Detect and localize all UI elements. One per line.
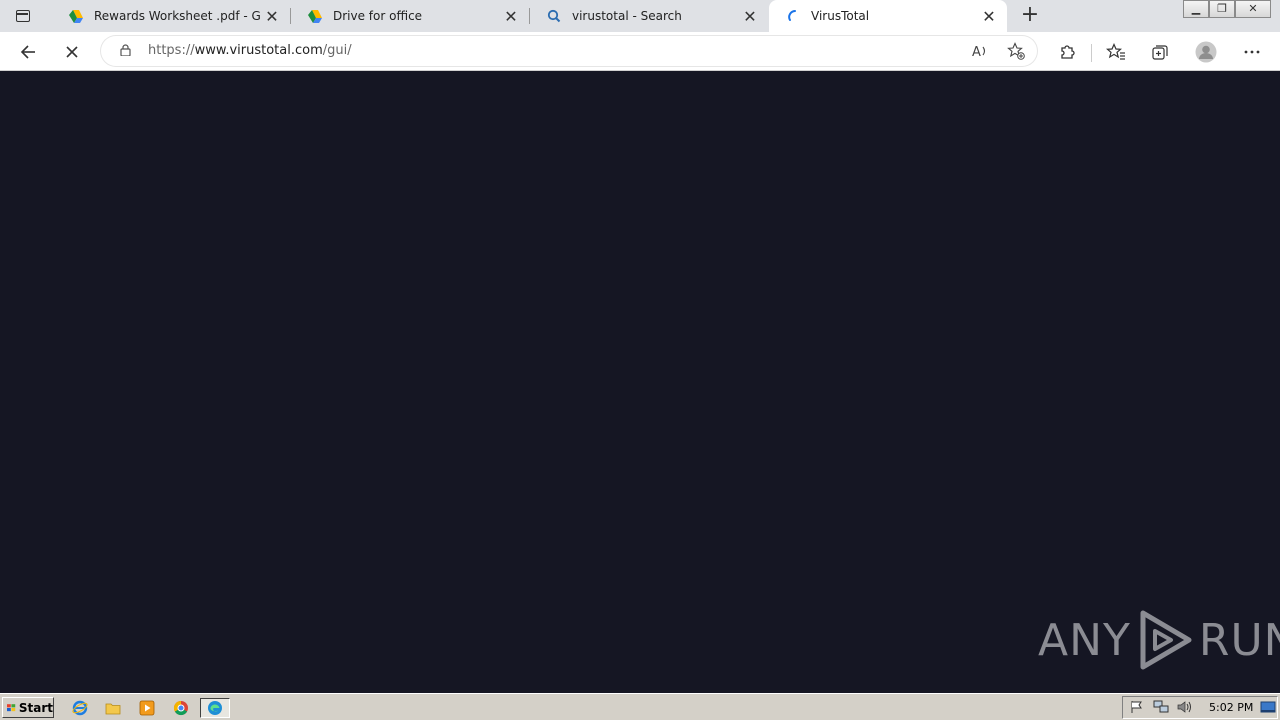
extensions-button[interactable]	[1052, 37, 1082, 67]
google-drive-icon	[308, 10, 322, 23]
watermark-left: ANY	[1038, 614, 1131, 666]
volume-icon[interactable]	[1177, 700, 1193, 716]
watermark-right: RUN	[1198, 614, 1280, 666]
url-scheme: https://	[148, 43, 195, 58]
start-label: Start	[18, 700, 53, 715]
address-bar[interactable]: https://www.virustotal.com/gui/ A	[100, 35, 1038, 67]
internet-explorer-icon	[72, 700, 88, 716]
tab-title: Drive for office	[333, 9, 423, 23]
close-tab-icon[interactable]: ✕	[738, 4, 762, 28]
windows-logo-icon	[7, 703, 16, 711]
toolbar-divider	[1091, 44, 1092, 62]
read-aloud-button[interactable]: A	[968, 40, 992, 62]
read-aloud-icon: A	[972, 45, 986, 59]
url-path: /gui/	[322, 43, 352, 58]
profile-button[interactable]	[1191, 37, 1221, 67]
close-window-button[interactable]: ✕	[1235, 0, 1271, 18]
taskbar-clock: 5:02 PM	[1209, 701, 1254, 714]
arrow-left-icon	[20, 45, 35, 59]
search-icon	[547, 9, 561, 23]
folder-icon	[105, 703, 121, 715]
tab-rewards-worksheet[interactable]: Rewards Worksheet .pdf - Goog ✕	[52, 0, 291, 32]
svg-text:A: A	[972, 45, 981, 59]
tab-title: VirusTotal	[811, 9, 870, 23]
close-tab-icon[interactable]: ✕	[977, 4, 1001, 28]
system-tray: 5:02 PM	[1122, 696, 1278, 719]
avatar-icon	[1195, 41, 1217, 63]
minimize-button[interactable]: ▁	[1183, 0, 1209, 18]
media-player-icon	[139, 700, 155, 716]
stop-loading-button[interactable]	[57, 37, 87, 67]
close-tab-icon[interactable]: ✕	[260, 4, 284, 28]
back-button[interactable]	[13, 37, 43, 67]
new-tab-button[interactable]: +	[1018, 4, 1042, 28]
chrome-launcher[interactable]	[171, 698, 191, 718]
favorites-button[interactable]	[1101, 37, 1131, 67]
chrome-icon	[173, 700, 188, 716]
network-icon[interactable]	[1153, 700, 1169, 716]
start-button[interactable]: Start	[2, 697, 54, 718]
tab-strip: Rewards Worksheet .pdf - Goog ✕ Drive fo…	[0, 0, 1280, 32]
tab-title: virustotal - Search	[572, 9, 682, 23]
play-logo-icon	[1140, 610, 1192, 670]
collections-icon	[1152, 45, 1168, 60]
action-center-flag-icon[interactable]	[1129, 700, 1145, 716]
tab-actions-icon	[16, 10, 30, 22]
more-horizontal-icon	[1244, 50, 1260, 54]
anyrun-watermark: ANY RUN	[1038, 608, 1280, 672]
close-icon	[66, 46, 78, 58]
browser-toolbar: https://www.virustotal.com/gui/ A	[0, 32, 1280, 71]
tab-virustotal[interactable]: VirusTotal ✕	[769, 0, 1007, 32]
settings-more-button[interactable]	[1237, 37, 1267, 67]
edge-icon	[208, 701, 222, 715]
star-add-icon	[1007, 42, 1025, 60]
add-favorite-button[interactable]	[1004, 40, 1028, 62]
tab-virustotal-search[interactable]: virustotal - Search ✕	[530, 0, 768, 32]
file-explorer-launcher[interactable]	[103, 698, 123, 718]
edge-taskbar-button[interactable]	[200, 698, 230, 718]
collections-button[interactable]	[1145, 37, 1175, 67]
tab-drive-for-office[interactable]: Drive for office ✕	[291, 0, 530, 32]
page-content	[0, 71, 1280, 693]
virustotal-loading-icon	[788, 10, 796, 21]
taskbar: Start 5:02 PM	[0, 693, 1280, 720]
url-host: www.virustotal.com	[194, 43, 323, 58]
close-tab-icon[interactable]: ✕	[499, 4, 523, 28]
favorites-icon	[1106, 43, 1125, 60]
tab-title: Rewards Worksheet .pdf - Goog	[94, 9, 260, 23]
google-drive-icon	[69, 10, 83, 23]
media-player-launcher[interactable]	[137, 698, 157, 718]
puzzle-icon	[1061, 45, 1075, 59]
show-desktop-icon[interactable]	[1260, 700, 1276, 716]
lock-icon[interactable]	[120, 44, 131, 56]
url-text: https://www.virustotal.com/gui/	[148, 43, 352, 58]
restore-button[interactable]: ❐	[1209, 0, 1235, 18]
tab-actions-button[interactable]	[8, 5, 38, 27]
internet-explorer-launcher[interactable]	[70, 698, 90, 718]
